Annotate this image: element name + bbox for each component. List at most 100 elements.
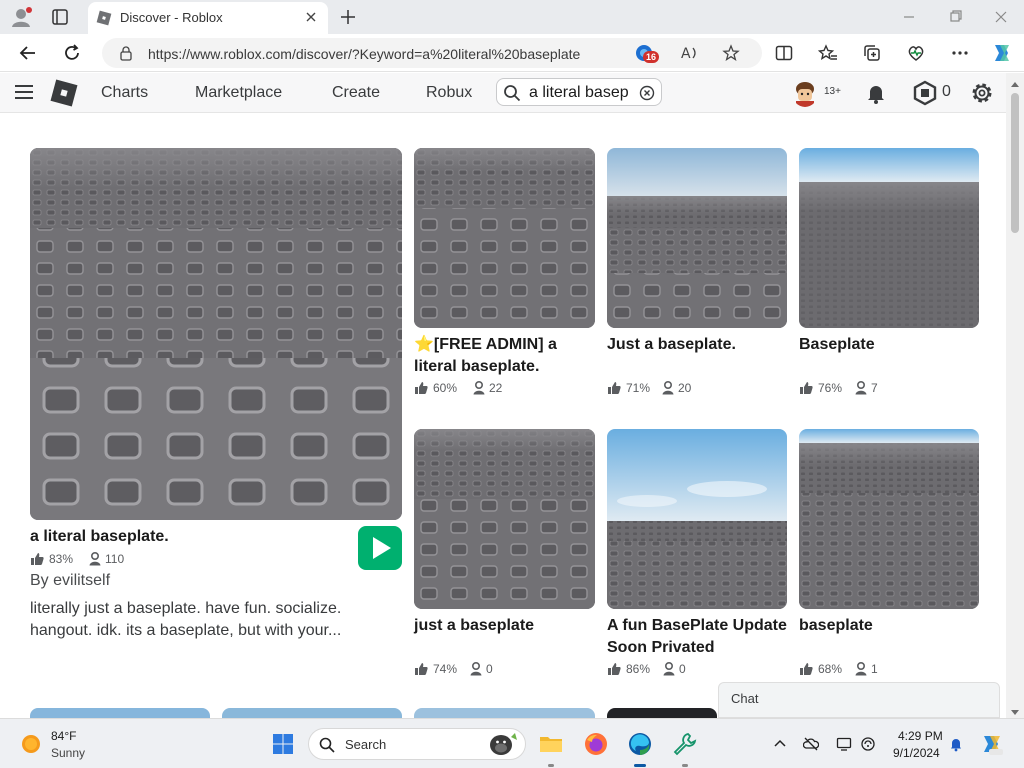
thumbs-up-icon (800, 663, 813, 675)
game-thumbnail[interactable] (799, 429, 979, 609)
featured-game-title[interactable]: a literal baseplate. (30, 526, 350, 548)
more-menu-icon[interactable] (950, 43, 970, 63)
robux-icon[interactable] (912, 80, 938, 106)
game-thumbnail[interactable] (607, 429, 787, 609)
active-app-indicator (634, 764, 646, 767)
roblox-favicon-icon (96, 10, 112, 26)
search-input[interactable]: a literal baseplate (529, 84, 629, 102)
sun-icon[interactable] (20, 733, 42, 755)
gorilla-search-highlight-icon (481, 731, 523, 759)
split-screen-icon[interactable] (774, 43, 794, 63)
game-stats: 71% 20 (607, 381, 787, 397)
nav-charts[interactable]: Charts (101, 84, 148, 102)
game-thumbnail[interactable] (222, 708, 402, 718)
robux-balance[interactable]: 0 (942, 83, 951, 101)
search-box[interactable]: a literal baseplate (496, 78, 662, 106)
scrollbar-thumb[interactable] (1011, 93, 1019, 233)
windows-taskbar: 84°F Sunny Search 4:29 PM 9/1/2024 (0, 718, 1024, 768)
game-rating: 86% (626, 662, 651, 676)
game-title[interactable]: A fun BasePlate Update Soon Privated (607, 615, 797, 659)
nav-create[interactable]: Create (332, 84, 380, 102)
game-rating: 68% (818, 662, 843, 676)
settings-gear-icon[interactable] (969, 80, 995, 106)
back-icon[interactable] (18, 43, 38, 63)
onedrive-icon[interactable] (802, 736, 820, 752)
minimize-icon[interactable] (900, 8, 918, 26)
browser-essentials-icon[interactable] (906, 43, 926, 63)
weather-condition[interactable]: Sunny (51, 746, 85, 760)
refresh-icon[interactable] (62, 43, 82, 63)
game-thumbnail[interactable] (607, 148, 787, 328)
clock-time[interactable]: 4:29 PM (898, 729, 943, 743)
address-bar[interactable]: https://www.roblox.com/discover/?Keyword… (102, 38, 762, 68)
clear-search-icon[interactable] (639, 85, 655, 101)
play-button[interactable] (358, 526, 402, 570)
chat-bar[interactable]: Chat (718, 682, 1000, 718)
close-window-icon[interactable] (992, 8, 1010, 26)
thumbs-up-icon (31, 553, 44, 565)
game-thumbnail[interactable] (414, 708, 595, 718)
copilot-taskbar-icon[interactable] (980, 731, 1006, 757)
network-icon[interactable] (860, 736, 876, 752)
read-aloud-icon[interactable]: A (680, 44, 700, 62)
game-players: 7 (871, 381, 878, 395)
featured-players: 110 (105, 552, 125, 566)
roblox-logo-icon[interactable] (50, 79, 78, 107)
wrench-app-icon[interactable] (672, 731, 698, 757)
game-thumbnail[interactable] (414, 148, 595, 328)
browser-tabstrip: Discover - Roblox (0, 0, 1024, 34)
game-rating: 71% (626, 381, 651, 395)
file-explorer-icon[interactable] (538, 731, 564, 757)
favorite-star-icon[interactable] (722, 44, 740, 62)
thumbs-up-icon (415, 382, 428, 394)
players-icon (89, 552, 101, 566)
game-thumbnail[interactable] (30, 708, 210, 718)
game-thumbnail[interactable] (414, 429, 595, 609)
lock-icon[interactable] (118, 45, 134, 61)
profile-icon[interactable] (10, 6, 34, 28)
favorites-icon[interactable] (817, 43, 838, 63)
game-players: 0 (679, 662, 686, 676)
browser-toolbar: https://www.roblox.com/discover/?Keyword… (0, 34, 1024, 72)
game-title[interactable]: Just a baseplate. (607, 334, 787, 356)
featured-creator[interactable]: By evilitself (30, 572, 110, 590)
featured-game-thumbnail[interactable] (30, 148, 402, 520)
tab-close-icon[interactable] (304, 10, 318, 24)
collections-icon[interactable] (862, 43, 882, 63)
game-title[interactable]: Baseplate (799, 334, 979, 356)
tab-actions-icon[interactable] (50, 7, 70, 27)
avatar[interactable] (792, 79, 818, 107)
players-icon (663, 662, 675, 676)
edge-browser-icon[interactable] (627, 731, 653, 757)
restore-icon[interactable] (946, 8, 964, 26)
weather-temperature[interactable]: 84°F (51, 729, 76, 743)
nav-marketplace[interactable]: Marketplace (195, 84, 282, 102)
scroll-up-icon[interactable] (1010, 77, 1020, 87)
notifications-bell-icon[interactable] (864, 81, 888, 105)
page-scrollbar[interactable] (1006, 73, 1024, 718)
game-stats: 68% 1 (799, 662, 979, 678)
scroll-down-icon[interactable] (1010, 704, 1020, 715)
tray-overflow-chevron-icon[interactable] (772, 736, 788, 752)
firefox-icon[interactable] (583, 731, 609, 757)
running-indicator (682, 764, 688, 767)
game-thumbnail[interactable] (799, 148, 979, 328)
display-icon[interactable] (836, 736, 852, 752)
game-rating: 76% (818, 381, 843, 395)
copilot-icon[interactable] (990, 41, 1014, 65)
new-tab-icon[interactable] (338, 7, 358, 27)
game-thumbnail[interactable] (607, 708, 717, 718)
hamburger-menu-icon[interactable] (14, 83, 34, 101)
windows-start-icon[interactable] (272, 733, 294, 755)
notification-bell-icon[interactable] (948, 736, 964, 752)
game-title[interactable]: ⭐[FREE ADMIN] a literal baseplate. (414, 334, 595, 378)
url-text[interactable]: https://www.roblox.com/discover/?Keyword… (148, 46, 580, 62)
nav-robux[interactable]: Robux (426, 84, 472, 102)
game-title[interactable]: just a baseplate (414, 615, 595, 637)
taskbar-search[interactable]: Search (308, 728, 526, 760)
game-stats: 76% 7 (799, 381, 979, 397)
running-indicator (548, 764, 554, 767)
game-title[interactable]: baseplate (799, 615, 979, 637)
clock-date[interactable]: 9/1/2024 (893, 746, 940, 760)
active-tab[interactable]: Discover - Roblox (88, 2, 328, 34)
